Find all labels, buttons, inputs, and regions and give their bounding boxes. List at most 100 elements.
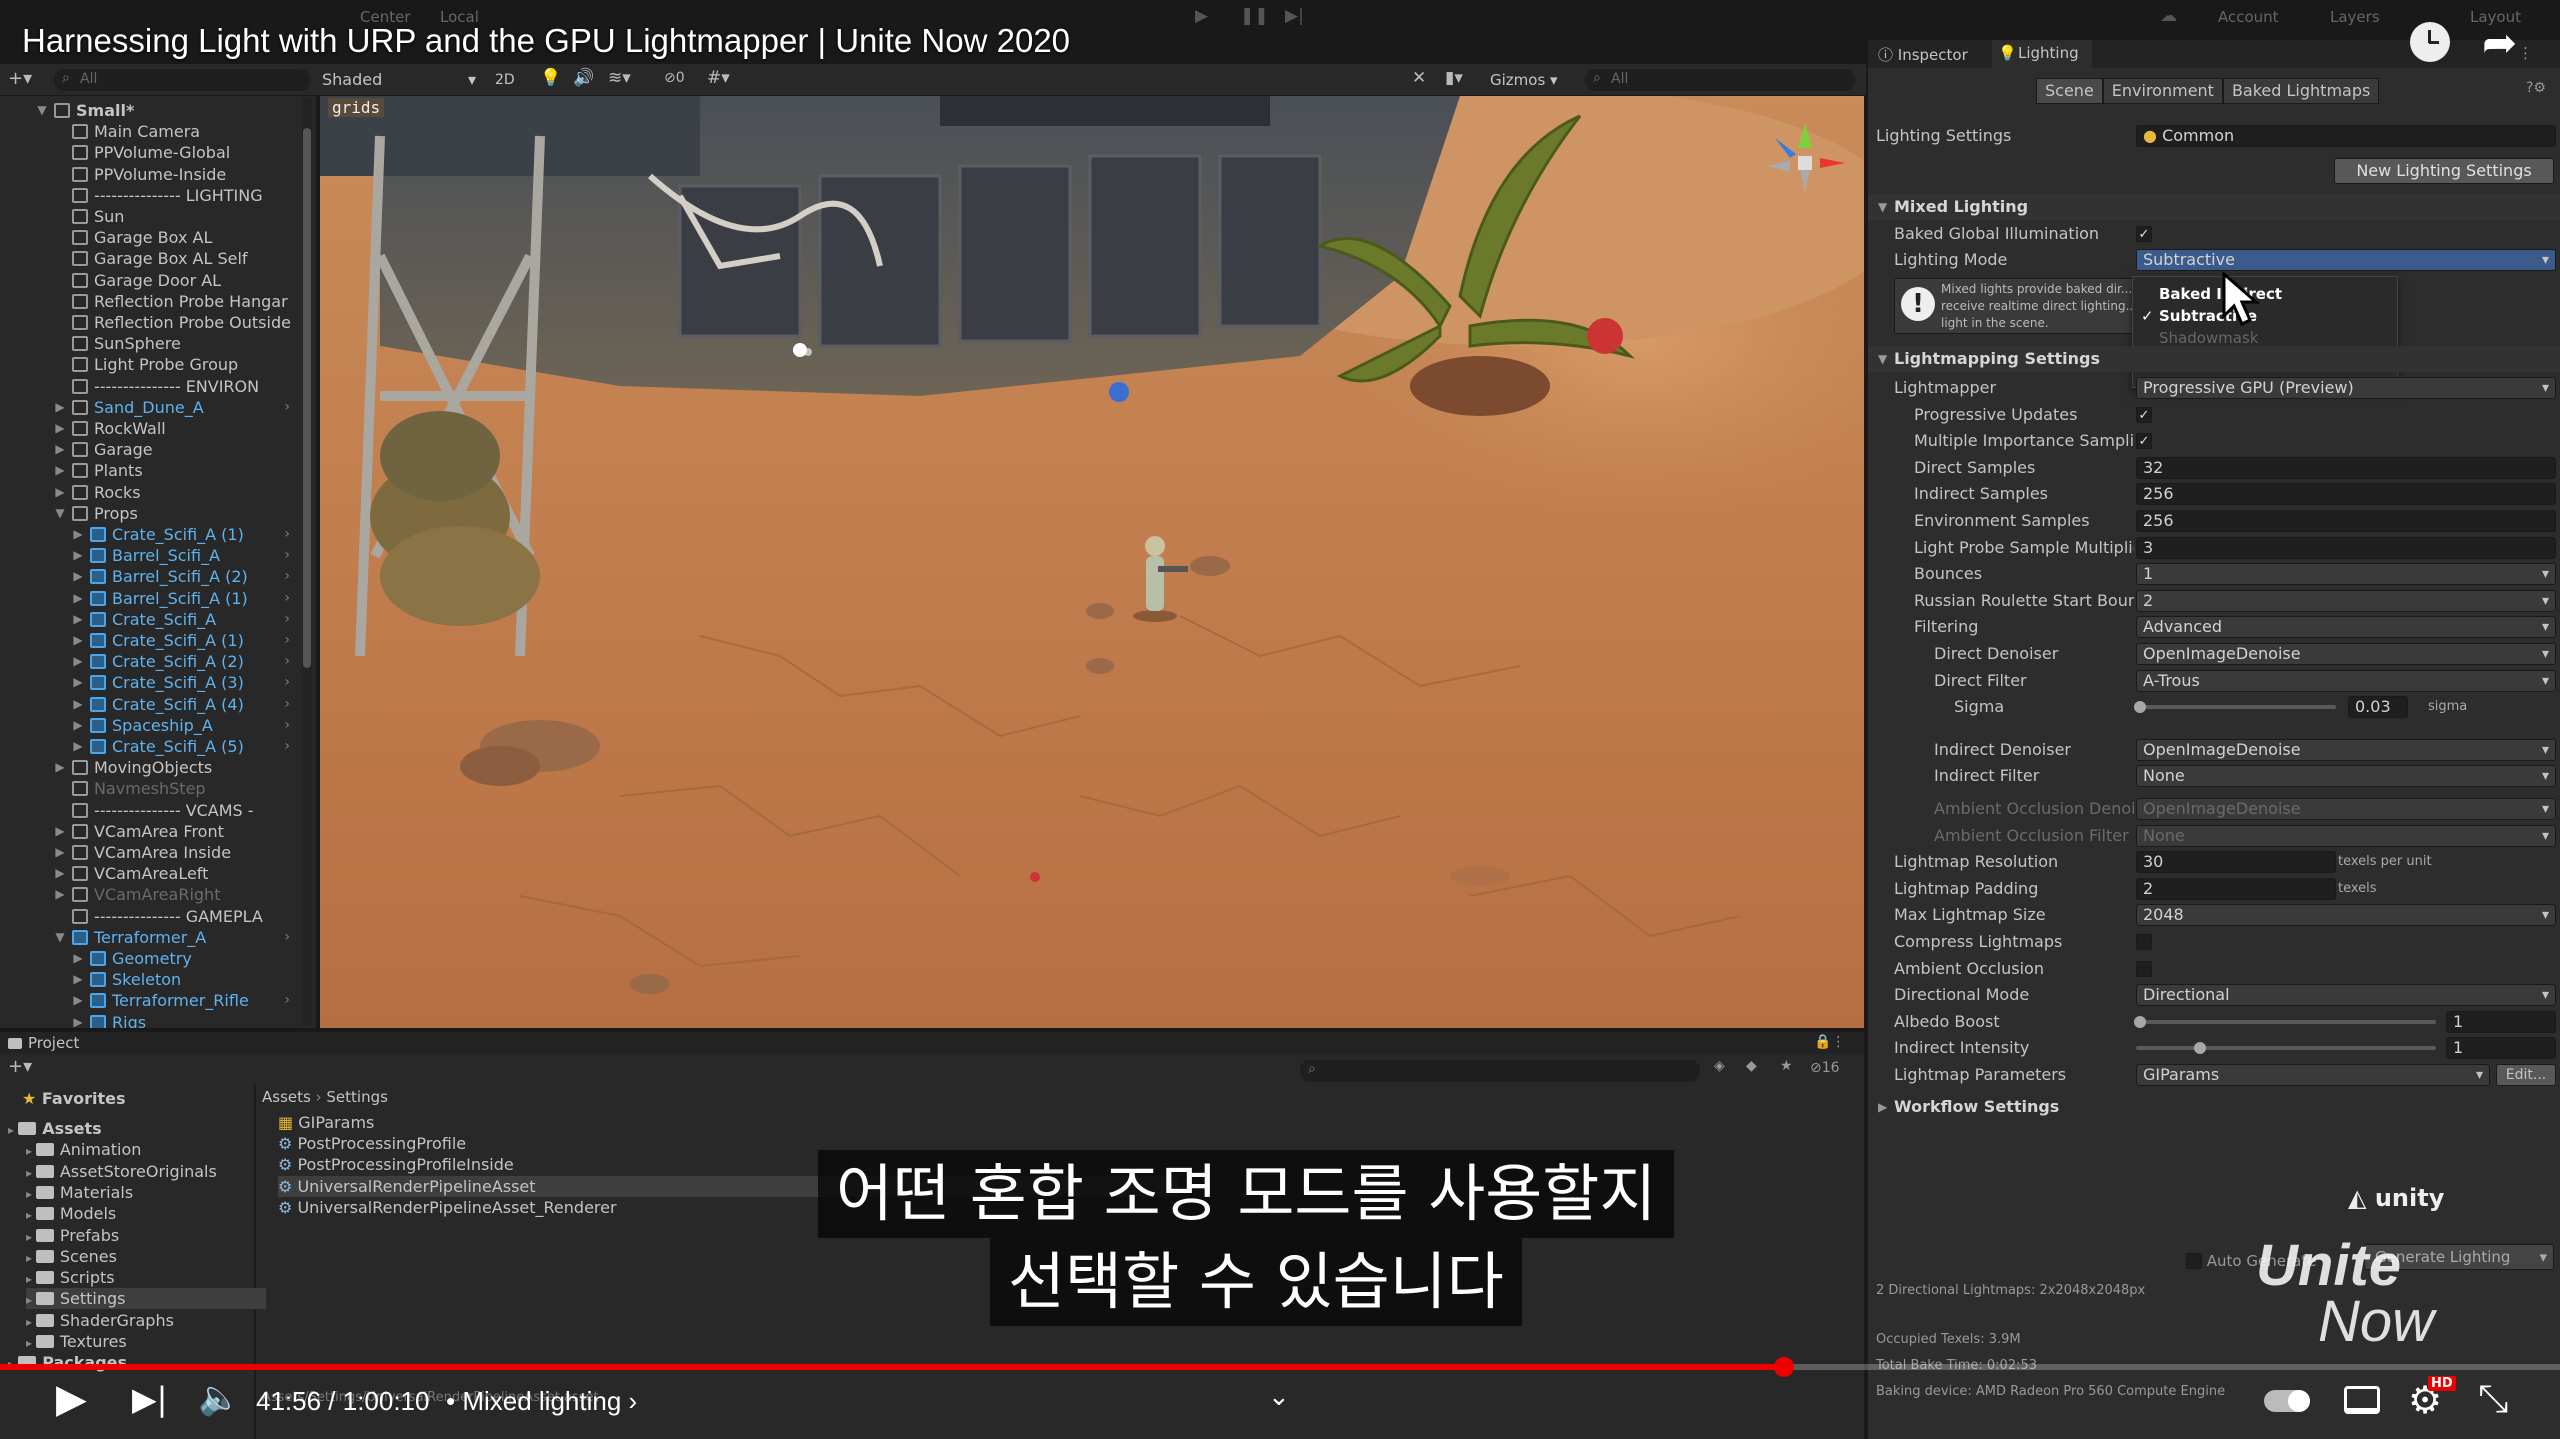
project-file-item[interactable]: ▦ GIParams: [278, 1112, 374, 1133]
row-dropdown[interactable]: 2048: [2136, 904, 2556, 927]
row-slider-knob[interactable]: [2134, 1015, 2146, 1028]
hierarchy-item[interactable]: ▶ Crate_Scifi_A (3) ›: [0, 672, 300, 693]
row-checkbox[interactable]: ✓: [2136, 406, 2152, 423]
project-folder-item[interactable]: ▸ Scripts: [26, 1267, 115, 1288]
collapsed-arrow-icon[interactable]: ▸: [26, 1144, 36, 1158]
hierarchy-item[interactable]: ▶ Terraformer_Rifle ›: [0, 990, 300, 1011]
collapsed-arrow-icon[interactable]: ▸: [26, 1293, 36, 1307]
lighting-toggle-icon[interactable]: 💡: [540, 68, 561, 88]
hierarchy-item[interactable]: --------------- GAMEPLA: [0, 906, 300, 927]
project-folder-item[interactable]: ▸ Scenes: [26, 1246, 117, 1267]
project-file-item[interactable]: ⚙ PostProcessingProfileInside: [278, 1154, 514, 1175]
collapsed-arrow-icon[interactable]: ▶: [72, 651, 84, 672]
menu-item-baked-indirect[interactable]: Baked Indirect: [2133, 283, 2397, 305]
row-slider-knob[interactable]: [2134, 701, 2146, 714]
play-button[interactable]: ▶: [56, 1376, 87, 1422]
row-dropdown[interactable]: OpenImageDenoise: [2136, 738, 2556, 761]
open-prefab-icon[interactable]: ›: [284, 524, 290, 545]
row-dropdown[interactable]: OpenImageDenoise: [2136, 643, 2556, 665]
collapsed-arrow-icon[interactable]: ▶: [54, 482, 66, 503]
collapsed-arrow-icon[interactable]: ▶: [72, 630, 84, 651]
breadcrumb-settings[interactable]: Settings: [326, 1088, 388, 1106]
volume-icon[interactable]: 🔈: [198, 1378, 240, 1418]
create-asset-icon[interactable]: +▾: [8, 1056, 32, 1077]
project-folder-item[interactable]: ▸ Settings: [26, 1288, 266, 1310]
expanded-arrow-icon[interactable]: ▼: [54, 503, 66, 524]
project-folder-item[interactable]: ▸ AssetStoreOriginals: [26, 1161, 217, 1182]
hierarchy-item[interactable]: ▶ Crate_Scifi_A (2) ›: [0, 651, 300, 672]
hierarchy-item[interactable]: ▼ Terraformer_A ›: [0, 927, 300, 948]
collapsed-arrow-icon[interactable]: ▸: [26, 1272, 36, 1286]
collapsed-arrow-icon[interactable]: ▶: [54, 418, 66, 439]
collapsed-arrow-icon[interactable]: ▶: [72, 672, 84, 693]
hierarchy-item[interactable]: ▶ Geometry: [0, 948, 300, 969]
hierarchy-item[interactable]: ▶ Garage: [0, 439, 300, 460]
hierarchy-item[interactable]: Light Probe Group: [0, 354, 300, 375]
hierarchy-item[interactable]: ▶ Rigs: [0, 1012, 300, 1028]
subtab-baked-lightmaps[interactable]: Baked Lightmaps: [2222, 78, 2380, 104]
collapsed-arrow-icon[interactable]: ▶: [72, 545, 84, 566]
project-folder-item[interactable]: ▸ Materials: [26, 1182, 133, 1203]
hierarchy-scrollbar[interactable]: [302, 98, 312, 1026]
collapsed-arrow-icon[interactable]: ▸: [26, 1336, 36, 1350]
row-input[interactable]: 256: [2136, 483, 2556, 506]
collapsed-arrow-icon[interactable]: ▶: [54, 757, 66, 778]
row-dropdown[interactable]: Directional: [2136, 984, 2556, 1007]
hierarchy-item[interactable]: ▶ Crate_Scifi_A (5) ›: [0, 736, 300, 757]
collapsed-arrow-icon[interactable]: ▶: [54, 884, 66, 905]
chapter-title[interactable]: • Mixed lighting ›: [446, 1386, 637, 1417]
hierarchy-search-input[interactable]: ⌕ All: [54, 69, 310, 91]
open-prefab-icon[interactable]: ›: [284, 651, 290, 672]
collapsed-arrow-icon[interactable]: ▶: [54, 842, 66, 863]
row-dropdown[interactable]: Advanced: [2136, 616, 2556, 639]
open-prefab-icon[interactable]: ›: [284, 694, 290, 715]
collapsed-arrow-icon[interactable]: ▶: [72, 524, 84, 545]
collapsed-arrow-icon[interactable]: ▸: [26, 1315, 36, 1329]
pause-icon[interactable]: ❚❚: [1240, 6, 1269, 26]
collapsed-arrow-icon[interactable]: ▶: [72, 588, 84, 609]
collapsed-arrow-icon[interactable]: ▶: [54, 439, 66, 460]
hierarchy-item[interactable]: Garage Box AL: [0, 227, 300, 248]
hierarchy-item[interactable]: Garage Door AL: [0, 270, 300, 291]
play-icon[interactable]: ▶: [1195, 6, 1208, 26]
chevron-down-icon[interactable]: ⌄: [1268, 1382, 1290, 1412]
row-slider-track[interactable]: [2136, 705, 2336, 710]
hidden-packages-count[interactable]: ⊘16: [1810, 1060, 1840, 1076]
row-dropdown[interactable]: OpenImageDenoise: [2136, 797, 2556, 820]
hierarchy-item[interactable]: ▶ Barrel_Scifi_A (1) ›: [0, 588, 300, 609]
collapsed-arrow-icon[interactable]: ▸: [26, 1230, 36, 1244]
subtab-scene[interactable]: Scene: [2036, 78, 2103, 104]
effects-toggle-icon[interactable]: ≋▾: [608, 68, 631, 88]
project-folder-item[interactable]: ▸ Models: [26, 1203, 116, 1224]
camera-icon[interactable]: ▮▾: [1445, 68, 1463, 88]
account-dropdown[interactable]: Account: [2218, 8, 2279, 26]
hierarchy-item[interactable]: SunSphere: [0, 333, 300, 354]
project-folder-item[interactable]: ▸ Prefabs: [26, 1225, 119, 1246]
row-dropdown[interactable]: GIParams: [2136, 1063, 2490, 1086]
scene-search-input[interactable]: ⌕ All: [1585, 69, 1855, 91]
collapsed-arrow-icon[interactable]: ▶: [54, 460, 66, 481]
hierarchy-item[interactable]: ▶ RockWall: [0, 418, 300, 439]
favorite-star-icon[interactable]: ★: [1780, 1058, 1793, 1074]
audio-toggle-icon[interactable]: 🔊: [573, 68, 594, 88]
row-checkbox[interactable]: [2136, 933, 2152, 950]
captions-icon[interactable]: [2344, 1386, 2380, 1414]
row-input[interactable]: 1: [2446, 1010, 2556, 1033]
row-input[interactable]: 2: [2136, 877, 2336, 900]
hierarchy-item[interactable]: --------------- VCAMS -: [0, 800, 300, 821]
open-prefab-icon[interactable]: ›: [284, 545, 290, 566]
add-object-icon[interactable]: +▾: [8, 68, 32, 89]
open-prefab-icon[interactable]: ›: [284, 630, 290, 651]
hierarchy-item[interactable]: PPVolume-Global: [0, 142, 300, 163]
row-dropdown[interactable]: Progressive GPU (Preview): [2136, 377, 2556, 399]
hierarchy-item[interactable]: ▶ VCamArea Front: [0, 821, 300, 842]
row-slider-track[interactable]: [2136, 1019, 2436, 1024]
collapsed-arrow-icon[interactable]: ▶: [72, 609, 84, 630]
hierarchy-item[interactable]: Sun: [0, 206, 300, 227]
autoplay-toggle[interactable]: [2264, 1390, 2310, 1412]
hierarchy-item[interactable]: ▶ VCamArea Inside: [0, 842, 300, 863]
project-file-item[interactable]: ⚙ PostProcessingProfile: [278, 1133, 466, 1154]
share-icon[interactable]: ➦: [2482, 18, 2517, 67]
project-search-input[interactable]: ⌕: [1300, 1060, 1700, 1082]
collapsed-arrow-icon[interactable]: ▶: [72, 736, 84, 757]
